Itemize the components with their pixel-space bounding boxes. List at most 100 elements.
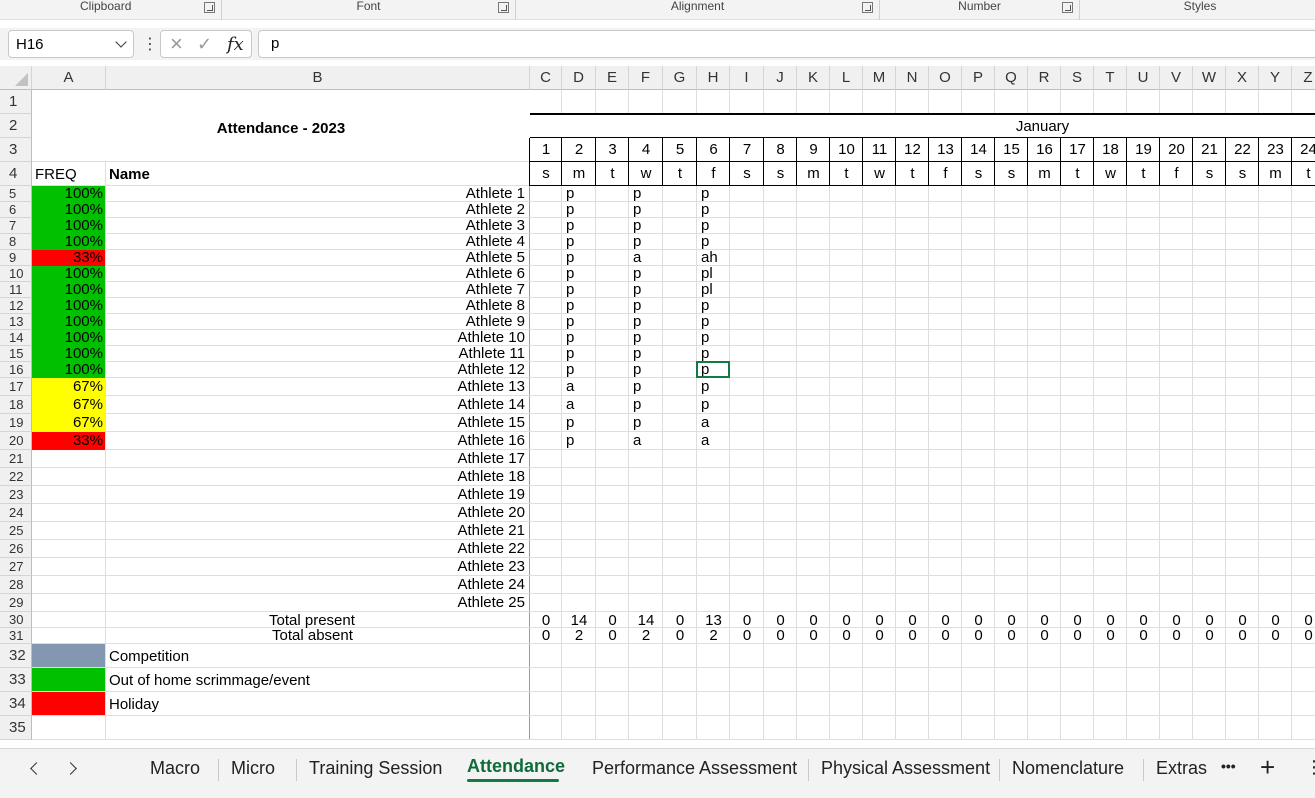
selected-cell[interactable] [696, 361, 730, 378]
column-header-h[interactable]: H [697, 66, 730, 90]
more-options-icon[interactable]: ⋮ [142, 34, 158, 54]
column-header-c[interactable]: C [530, 66, 562, 90]
row-header-2[interactable]: 2 [0, 114, 32, 138]
column-header-i[interactable]: I [730, 66, 764, 90]
tab-training-session[interactable]: Training Session [309, 758, 442, 779]
worksheet-grid[interactable]: A B C D E F G H I J K L M N O P Q R S T U V W X Y Z 1 2 3 4 5 6 7 8 9 10 11 1… [0, 66, 1315, 748]
attendance-cell[interactable]: p [701, 329, 709, 346]
attendance-cell[interactable]: p [566, 281, 574, 298]
attendance-cell[interactable]: p [701, 233, 709, 250]
column-header-a[interactable]: A [32, 66, 106, 90]
row-header-33[interactable]: 33 [0, 668, 32, 692]
tab-micro[interactable]: Micro [231, 758, 275, 779]
attendance-cell[interactable]: p [701, 378, 709, 395]
tab-performance-assessment[interactable]: Performance Assessment [592, 758, 797, 779]
row-header-5[interactable]: 5 [0, 186, 32, 202]
attendance-cell[interactable]: p [566, 201, 574, 218]
formula-input[interactable]: p [258, 30, 1315, 58]
row-header-30[interactable]: 30 [0, 612, 32, 628]
attendance-cell[interactable]: p [701, 396, 709, 413]
column-header-p[interactable]: P [962, 66, 995, 90]
column-header-j[interactable]: J [764, 66, 797, 90]
select-all-button[interactable] [0, 66, 32, 90]
dialog-launcher-icon[interactable] [498, 2, 509, 13]
row-header-10[interactable]: 10 [0, 266, 32, 282]
column-header-m[interactable]: M [863, 66, 896, 90]
attendance-cell[interactable]: p [633, 396, 641, 413]
attendance-cell[interactable]: p [566, 313, 574, 330]
chevron-right-icon[interactable] [64, 762, 77, 775]
attendance-cell[interactable]: p [633, 414, 641, 431]
column-header-y[interactable]: Y [1259, 66, 1292, 90]
row-header-24[interactable]: 24 [0, 504, 32, 522]
cancel-icon[interactable]: × [170, 31, 183, 57]
attendance-cell[interactable]: p [566, 297, 574, 314]
enter-icon[interactable]: ✓ [197, 34, 212, 55]
row-header-14[interactable]: 14 [0, 330, 32, 346]
chevron-left-icon[interactable] [30, 762, 43, 775]
attendance-cell[interactable]: ah [701, 249, 718, 266]
row-header-12[interactable]: 12 [0, 298, 32, 314]
row-header-1[interactable]: 1 [0, 90, 32, 114]
attendance-cell[interactable]: p [701, 217, 709, 234]
attendance-cell[interactable]: p [701, 313, 709, 330]
row-header-13[interactable]: 13 [0, 314, 32, 330]
attendance-cell[interactable]: p [633, 217, 641, 234]
attendance-cell[interactable]: p [566, 345, 574, 362]
column-header-o[interactable]: O [929, 66, 962, 90]
attendance-cell[interactable]: p [566, 185, 574, 202]
attendance-cell[interactable]: p [633, 329, 641, 346]
attendance-cell[interactable]: p [566, 432, 574, 449]
row-header-17[interactable]: 17 [0, 378, 32, 396]
row-header-11[interactable]: 11 [0, 282, 32, 298]
row-header-16[interactable]: 16 [0, 362, 32, 378]
row-header-4[interactable]: 4 [0, 162, 32, 186]
row-header-26[interactable]: 26 [0, 540, 32, 558]
column-header-q[interactable]: Q [995, 66, 1028, 90]
row-header-32[interactable]: 32 [0, 644, 32, 668]
row-header-15[interactable]: 15 [0, 346, 32, 362]
tab-extras[interactable]: Extras [1156, 758, 1207, 779]
attendance-cell[interactable]: p [701, 297, 709, 314]
attendance-cell[interactable]: p [633, 201, 641, 218]
column-header-x[interactable]: X [1226, 66, 1259, 90]
attendance-cell[interactable]: a [701, 414, 709, 431]
attendance-cell[interactable]: p [566, 233, 574, 250]
column-header-f[interactable]: F [629, 66, 663, 90]
row-header-9[interactable]: 9 [0, 250, 32, 266]
options-icon[interactable]: ⋮ [1305, 757, 1315, 778]
attendance-cell[interactable]: p [566, 361, 574, 378]
tab-nomenclature[interactable]: Nomenclature [1012, 758, 1124, 779]
column-header-z[interactable]: Z [1292, 66, 1315, 90]
tab-macro[interactable]: Macro [150, 758, 200, 779]
row-header-23[interactable]: 23 [0, 486, 32, 504]
attendance-cell[interactable]: p [701, 201, 709, 218]
more-tabs-icon[interactable]: ••• [1221, 758, 1236, 774]
attendance-cell[interactable]: p [633, 297, 641, 314]
row-header-7[interactable]: 7 [0, 218, 32, 234]
attendance-cell[interactable]: pl [701, 265, 713, 282]
dialog-launcher-icon[interactable] [1062, 2, 1073, 13]
row-header-35[interactable]: 35 [0, 716, 32, 740]
row-header-19[interactable]: 19 [0, 414, 32, 432]
row-header-21[interactable]: 21 [0, 450, 32, 468]
dialog-launcher-icon[interactable] [862, 2, 873, 13]
attendance-cell[interactable]: p [701, 345, 709, 362]
attendance-cell[interactable]: p [566, 414, 574, 431]
attendance-cell[interactable]: p [633, 233, 641, 250]
column-header-v[interactable]: V [1160, 66, 1193, 90]
row-header-22[interactable]: 22 [0, 468, 32, 486]
column-header-k[interactable]: K [797, 66, 830, 90]
attendance-cell[interactable]: a [633, 432, 641, 449]
column-header-b[interactable]: B [106, 66, 530, 90]
attendance-cell[interactable]: a [701, 432, 709, 449]
row-header-27[interactable]: 27 [0, 558, 32, 576]
tab-physical-assessment[interactable]: Physical Assessment [821, 758, 990, 779]
tab-attendance[interactable]: Attendance [467, 756, 565, 777]
attendance-cell[interactable]: a [633, 249, 641, 266]
add-sheet-icon[interactable]: + [1260, 752, 1275, 783]
name-box[interactable]: H16 [8, 30, 134, 58]
column-header-r[interactable]: R [1028, 66, 1061, 90]
row-header-29[interactable]: 29 [0, 594, 32, 612]
attendance-cell[interactable]: p [566, 249, 574, 266]
